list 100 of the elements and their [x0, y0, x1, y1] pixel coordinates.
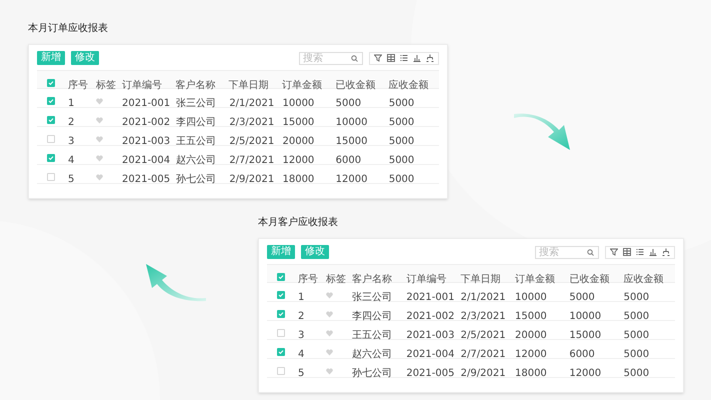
table-cell: 2021-005	[406, 368, 454, 379]
table-cell: 15000	[336, 136, 368, 147]
checkbox[interactable]	[277, 291, 285, 299]
table-cell: 5000	[336, 98, 362, 109]
checkbox[interactable]	[277, 273, 285, 281]
column-header: 客户名称	[352, 274, 392, 285]
toolbar-button[interactable]: 新增	[37, 51, 65, 65]
table-cell: 20000	[514, 330, 547, 341]
table-cell: 4	[68, 155, 74, 166]
table-cell: 12000	[569, 368, 602, 379]
table-cell: 1	[298, 292, 304, 303]
table-cell: 12000	[282, 155, 314, 166]
tag-icon	[96, 98, 103, 104]
column-header: 客户名称	[175, 80, 216, 91]
table-cell: 10000	[336, 117, 368, 128]
table-cell: 5	[68, 174, 74, 185]
table-cell: 2/1/2021	[460, 292, 506, 303]
table-cell: 2/3/2021	[229, 117, 274, 128]
table-cell: 2	[68, 117, 74, 128]
checkbox[interactable]	[47, 154, 55, 162]
column-header: 应收金额	[624, 274, 664, 285]
table-cell: 18000	[282, 174, 314, 185]
curved-arrow	[144, 262, 206, 302]
table-cell: 2/3/2021	[460, 311, 506, 322]
table-cell: 3	[298, 330, 304, 341]
table-cell: 2021-004	[122, 155, 170, 166]
toolbar-button[interactable]: 新增	[267, 245, 295, 259]
search-field[interactable]: 搜索	[535, 246, 599, 258]
tag-icon	[96, 174, 103, 180]
table-cell: 5000	[624, 292, 650, 303]
tag-icon	[96, 136, 103, 142]
table-cell: 3	[68, 136, 74, 147]
table-cell: 12000	[514, 349, 547, 360]
table-cell: 20000	[282, 136, 314, 147]
tag-icon	[326, 368, 333, 374]
table-cell: 15000	[514, 311, 547, 322]
column-header: 已收金额	[569, 274, 610, 285]
column-header: 序号	[68, 80, 88, 91]
list-icon[interactable]	[400, 54, 408, 62]
hierarchy-icon[interactable]	[662, 248, 670, 256]
table-cell: 5000	[388, 155, 414, 166]
table-cell: 5000	[388, 117, 414, 128]
checkbox[interactable]	[47, 79, 55, 87]
bar-chart-icon[interactable]	[649, 248, 657, 256]
checkbox[interactable]	[277, 367, 285, 375]
search-input[interactable]: 搜索	[539, 246, 587, 258]
checkbox[interactable]	[47, 173, 55, 181]
checkbox[interactable]	[277, 329, 285, 337]
table-cell: 5000	[624, 330, 650, 341]
search-icon	[351, 54, 358, 62]
filter-icon[interactable]	[610, 248, 618, 256]
table-cell: 5000	[624, 349, 650, 360]
column-header: 订单金额	[514, 274, 555, 285]
search-input[interactable]: 搜索	[303, 52, 351, 64]
toolbar-button[interactable]: 修改	[301, 245, 329, 259]
column-header: 应收金额	[388, 80, 429, 91]
table-cell: 张三公司	[352, 292, 392, 303]
table-cell: 2/5/2021	[460, 330, 506, 341]
checkbox[interactable]	[47, 97, 55, 105]
checkbox[interactable]	[47, 116, 55, 124]
checkbox[interactable]	[277, 310, 285, 318]
filter-icon[interactable]	[374, 54, 382, 62]
table-cell: 5000	[388, 98, 414, 109]
table-cell: 6000	[569, 349, 595, 360]
table-cell: 2/7/2021	[460, 349, 506, 360]
table-cell: 2/7/2021	[229, 155, 274, 166]
table-cell: 2/5/2021	[229, 136, 274, 147]
table-cell: 2/9/2021	[460, 368, 506, 379]
table-cell: 5000	[624, 368, 650, 379]
table-cell: 2/1/2021	[229, 98, 274, 109]
table-cell: 10000	[514, 292, 547, 303]
table-cell: 2021-001	[122, 98, 170, 109]
grid-icon[interactable]	[387, 54, 395, 62]
checkbox[interactable]	[277, 348, 285, 356]
bar-chart-icon[interactable]	[413, 54, 421, 62]
column-header: 订单编号	[406, 274, 446, 285]
table-cell: 孙七公司	[176, 174, 216, 185]
toolbar-button[interactable]: 修改	[71, 51, 99, 65]
table-cell: 赵六公司	[352, 349, 392, 360]
checkbox[interactable]	[47, 135, 55, 143]
search-field[interactable]: 搜索	[299, 52, 363, 64]
table-cell: 王五公司	[176, 136, 216, 147]
table-cell: 赵六公司	[176, 155, 216, 166]
table-cell: 4	[298, 349, 304, 360]
table-cell: 王五公司	[352, 330, 392, 341]
column-header: 序号	[298, 274, 318, 285]
curved-arrow	[514, 112, 572, 152]
table-cell: 5	[298, 368, 304, 379]
report-title: 本月订单应收报表	[28, 22, 108, 36]
table-cell: 15000	[282, 117, 314, 128]
hierarchy-icon[interactable]	[426, 54, 434, 62]
table-cell: 2021-004	[406, 349, 454, 360]
search-icon	[587, 248, 594, 256]
column-header: 订单编号	[122, 80, 162, 91]
column-header: 标签	[326, 274, 346, 285]
grid-icon[interactable]	[623, 248, 631, 256]
list-icon[interactable]	[636, 248, 644, 256]
column-header: 订单金额	[282, 80, 322, 91]
table-cell: 1	[68, 98, 74, 109]
table-cell: 李四公司	[176, 117, 216, 128]
